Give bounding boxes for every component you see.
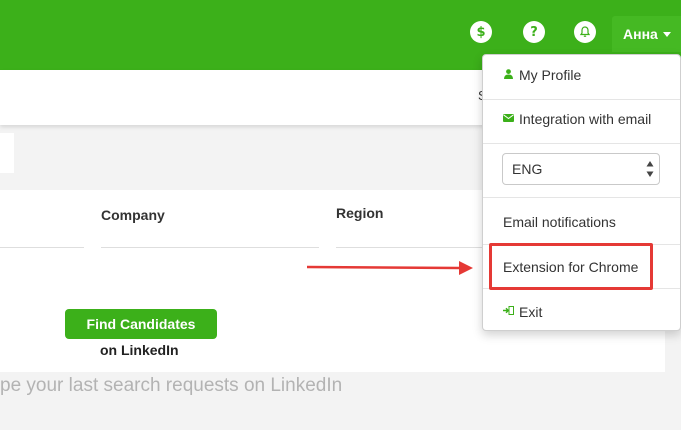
company-input[interactable] [101,247,319,248]
recent-searches-hint: pe your last search requests on LinkedIn [0,375,343,396]
select-arrows-icon [646,161,654,177]
user-icon [503,68,513,82]
menu-item-email-notifications[interactable]: Email notifications [483,206,681,238]
field-underline-left[interactable] [0,247,84,248]
dollar-icon[interactable]: $ [470,21,492,43]
bell-icon[interactable] [574,21,596,43]
dollar-glyph: $ [476,24,486,40]
menu-item-label: Exit [519,304,543,320]
menu-item-label: Integration with email [519,111,652,127]
sign-out-icon [503,306,514,318]
find-button-subtitle: on LinkedIn [100,342,179,358]
menu-divider [483,143,680,144]
annotation-arrow [306,261,473,275]
caret-down-icon [662,31,671,37]
language-select[interactable]: ENG [502,153,660,185]
question-glyph: ? [530,24,538,40]
menu-divider [483,197,680,198]
app-screen: $ ? Анна S Company Region Find Candidate… [0,0,681,430]
user-menu-button[interactable]: Анна [612,16,681,52]
annotation-highlight-box [489,243,653,290]
menu-item-exit[interactable]: Exit [483,296,681,328]
menu-divider [483,99,680,100]
menu-item-label: My Profile [519,67,582,83]
menu-item-label: Email notifications [503,214,616,230]
region-label: Region [336,205,384,221]
language-selected-value: ENG [512,161,543,177]
bell-glyph [579,26,591,37]
help-icon[interactable]: ? [523,21,545,43]
find-candidates-button[interactable]: Find Candidates [65,309,217,339]
envelope-icon [503,113,514,125]
company-label: Company [101,207,165,223]
region-input[interactable] [336,247,482,248]
menu-item-integration-email[interactable]: Integration with email [483,103,681,135]
menu-item-my-profile[interactable]: My Profile [483,59,681,91]
user-name: Анна [623,26,658,42]
left-edge-box [0,133,14,173]
